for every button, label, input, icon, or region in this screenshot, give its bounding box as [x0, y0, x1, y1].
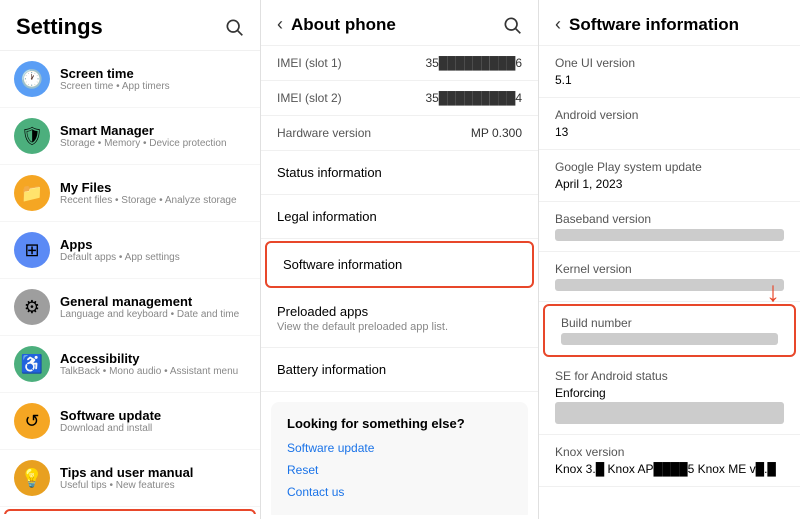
about-panel: ‹ About phone IMEI (slot 1)35█████████6I… [261, 0, 539, 519]
apps-title: Apps [60, 237, 180, 252]
sw-value: April 1, 2023 [555, 177, 784, 191]
smart-manager-subtitle: Storage • Memory • Device protection [60, 138, 227, 149]
row-label: IMEI (slot 2) [277, 91, 342, 105]
settings-item-general-management[interactable]: ⚙ General managementLanguage and keyboard… [0, 279, 260, 336]
row-value: MP 0.300 [471, 126, 522, 140]
row-value: 35█████████6 [425, 56, 522, 70]
search-icon-about[interactable] [502, 15, 522, 35]
sw-item: Android version 13 [539, 98, 800, 150]
sw-item: Build number ██████████████████████ [543, 304, 796, 357]
apps-icon: ⊞ [14, 232, 50, 268]
sw-value: ██████████████████████ [555, 229, 784, 241]
sw-item: Knox version Knox 3.█ Knox AP████5 Knox M… [539, 435, 800, 487]
tips-icon: 💡 [14, 460, 50, 496]
section-item[interactable]: Preloaded apps View the default preloaded… [261, 290, 538, 348]
sw-label: Android version [555, 108, 784, 122]
screen-time-title: Screen time [60, 66, 170, 81]
row-value: 35█████████4 [425, 91, 522, 105]
sw-value: Enforcing [555, 386, 784, 400]
sw-value: ██████████████████████ [561, 333, 778, 345]
tips-subtitle: Useful tips • New features [60, 480, 193, 491]
settings-panel: Settings 🕐 Screen timeScreen time • App t… [0, 0, 261, 519]
settings-item-tips[interactable]: 💡 Tips and user manualUseful tips • New f… [0, 450, 260, 507]
info-row: Hardware version MP 0.300 [261, 116, 538, 151]
sw-value: Knox 3.█ Knox AP████5 Knox ME v█.█ [555, 462, 784, 476]
section-label: Software information [283, 257, 516, 272]
screen-time-subtitle: Screen time • App timers [60, 81, 170, 92]
row-label: Hardware version [277, 126, 371, 140]
about-title: About phone [291, 15, 396, 35]
settings-title: Settings [16, 14, 103, 40]
general-management-subtitle: Language and keyboard • Date and time [60, 309, 239, 320]
section-item[interactable]: Software information [265, 241, 534, 288]
software-header: ‹ Software information [539, 0, 800, 46]
looking-link[interactable]: Contact us [287, 485, 512, 499]
accessibility-icon: ♿ [14, 346, 50, 382]
back-arrow-icon[interactable]: ‹ [277, 14, 283, 35]
settings-header: Settings [0, 0, 260, 51]
sw-value: 5.1 [555, 73, 784, 87]
settings-item-apps[interactable]: ⊞ AppsDefault apps • App settings [0, 222, 260, 279]
my-files-icon: 📁 [14, 175, 50, 211]
apps-subtitle: Default apps • App settings [60, 252, 180, 263]
sw-label: Kernel version [555, 262, 784, 276]
tips-title: Tips and user manual [60, 465, 193, 480]
settings-item-about-phone[interactable]: ℹAbout phoneStatus • Legal information •… [4, 509, 256, 514]
settings-item-my-files[interactable]: 📁 My FilesRecent files • Storage • Analyz… [0, 165, 260, 222]
settings-list: 🕐 Screen timeScreen time • App timers 🛡 Sma… [0, 51, 260, 514]
about-header: ‹ About phone [261, 0, 538, 46]
software-list: ↓ One UI version5.1Android version13Goog… [539, 46, 800, 515]
sw-item: Kernel version ██████████████████████ [539, 252, 800, 302]
sw-extra: SEPF_SM_G7910_12_0001 Mon Jun██████2023 [555, 402, 784, 424]
general-management-icon: ⚙ [14, 289, 50, 325]
general-management-title: General management [60, 294, 239, 309]
software-panel: ‹ Software information ↓ One UI version5… [539, 0, 800, 519]
my-files-subtitle: Recent files • Storage • Analyze storage [60, 195, 237, 206]
software-update-subtitle: Download and install [60, 423, 161, 434]
section-item[interactable]: Battery information [261, 348, 538, 392]
sw-item: SE for Android status Enforcing SEPF_SM_G7… [539, 359, 800, 435]
sw-value: 13 [555, 125, 784, 139]
looking-box: Looking for something else? Software upda… [271, 402, 528, 515]
search-icon[interactable] [224, 17, 244, 37]
about-content: IMEI (slot 1) 35█████████6 IMEI (slot 2) 35… [261, 46, 538, 515]
smart-manager-icon: 🛡 [14, 118, 50, 154]
settings-item-software-update[interactable]: ↺ Software updateDownload and install [0, 393, 260, 450]
accessibility-title: Accessibility [60, 351, 238, 366]
sw-label: SE for Android status [555, 369, 784, 383]
sw-item: Baseband version ██████████████████████ [539, 202, 800, 252]
sw-item: One UI version 5.1 [539, 46, 800, 98]
settings-item-smart-manager[interactable]: 🛡 Smart ManagerStorage • Memory • Device … [0, 108, 260, 165]
sw-label: Build number [561, 316, 778, 330]
info-row: IMEI (slot 1) 35█████████6 [261, 46, 538, 81]
section-sublabel: View the default preloaded app list. [277, 321, 522, 333]
sw-value: ██████████████████████ [555, 279, 784, 291]
back-arrow-icon-software[interactable]: ‹ [555, 14, 561, 35]
section-item[interactable]: Status information [261, 151, 538, 195]
software-update-icon: ↺ [14, 403, 50, 439]
my-files-title: My Files [60, 180, 237, 195]
sw-item: Google Play system update April 1, 2023 [539, 150, 800, 202]
settings-item-accessibility[interactable]: ♿ AccessibilityTalkBack • Mono audio • As… [0, 336, 260, 393]
looking-box-title: Looking for something else? [287, 416, 512, 431]
sw-label: Google Play system update [555, 160, 784, 174]
screen-time-icon: 🕐 [14, 61, 50, 97]
sw-label: Knox version [555, 445, 784, 459]
row-label: IMEI (slot 1) [277, 56, 342, 70]
software-update-title: Software update [60, 408, 161, 423]
looking-link[interactable]: Reset [287, 463, 512, 477]
settings-item-screen-time[interactable]: 🕐 Screen timeScreen time • App timers [0, 51, 260, 108]
accessibility-subtitle: TalkBack • Mono audio • Assistant menu [60, 366, 238, 377]
section-item[interactable]: Legal information [261, 195, 538, 239]
software-title: Software information [569, 15, 739, 35]
section-label: Legal information [277, 209, 522, 224]
sw-label: One UI version [555, 56, 784, 70]
section-label: Battery information [277, 362, 522, 377]
smart-manager-title: Smart Manager [60, 123, 227, 138]
info-row: IMEI (slot 2) 35█████████4 [261, 81, 538, 116]
looking-link[interactable]: Software update [287, 441, 512, 455]
sw-label: Baseband version [555, 212, 784, 226]
section-label: Status information [277, 165, 522, 180]
section-label: Preloaded apps [277, 304, 522, 319]
